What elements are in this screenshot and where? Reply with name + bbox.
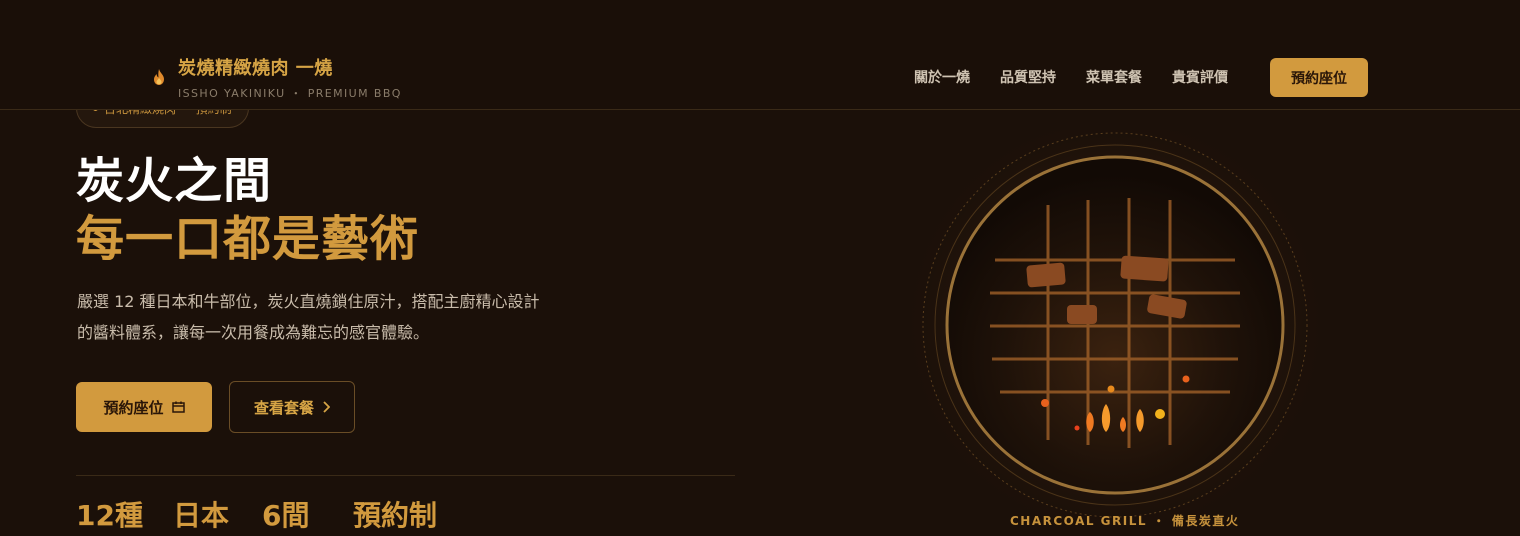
- nav-link-about[interactable]: 關於一燒: [914, 68, 970, 88]
- charcoal-grill-illustration: [900, 130, 1330, 530]
- stat-reservation: 預約制: [353, 499, 438, 532]
- chevron-right-icon: [323, 401, 330, 413]
- top-navigation: 炭燒精緻燒肉 一燒 ISSHO YAKINIKU ・ PREMIUM BBQ 關…: [0, 0, 1520, 110]
- hero-title: 炭火之間 每一口都是藝術: [76, 152, 419, 268]
- stats-row: 12種 日本 6間 預約制: [76, 496, 437, 536]
- stat-locations: 6間: [262, 499, 310, 532]
- reserve-button[interactable]: 預約座位: [76, 382, 212, 432]
- hero-title-line1: 炭火之間: [76, 153, 273, 209]
- meat-piece: [1026, 262, 1066, 288]
- calendar-icon: [171, 401, 185, 413]
- view-menu-button[interactable]: 查看套餐: [229, 381, 355, 433]
- meat-piece: [1067, 305, 1097, 324]
- stat-cuts: 12種: [76, 499, 143, 532]
- view-menu-button-label: 查看套餐: [253, 398, 314, 417]
- hero-title-line2: 每一口都是藝術: [76, 211, 420, 267]
- brand-logo[interactable]: 炭燒精緻燒肉 一燒 ISSHO YAKINIKU ・ PREMIUM BBQ: [152, 58, 402, 101]
- nav-link-menu[interactable]: 菜單套餐: [1086, 68, 1142, 88]
- nav-link-reviews[interactable]: 貴賓評價: [1172, 68, 1228, 88]
- brand-subtitle: ISSHO YAKINIKU ・ PREMIUM BBQ: [178, 87, 402, 100]
- meat-piece: [1120, 255, 1169, 282]
- reserve-button-label: 預約座位: [103, 398, 164, 417]
- nav-link-quality[interactable]: 品質堅持: [1000, 68, 1056, 88]
- main-menu: 關於一燒 品質堅持 菜單套餐 貴賓評價: [914, 68, 1228, 88]
- stat-origin: 日本: [173, 499, 230, 532]
- brand-name: 炭燒精緻燒肉 一燒: [178, 58, 333, 79]
- flame-icon: [154, 69, 164, 85]
- grill-caption: CHARCOAL GRILL ・ 備長炭直火: [1010, 514, 1240, 528]
- stats-divider: [76, 475, 735, 476]
- nav-reserve-button[interactable]: 預約座位: [1270, 58, 1368, 97]
- hero-description: 嚴選 12 種日本和牛部位，炭火直燒鎖住原汁，搭配主廚精心設計的醬料體系，讓每一…: [77, 292, 540, 342]
